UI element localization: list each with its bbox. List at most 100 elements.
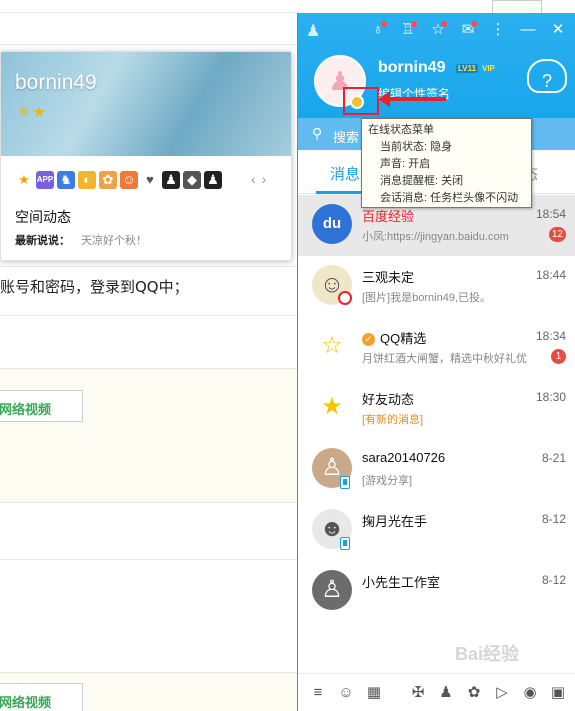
conversation-title: ✓ QQ精选 bbox=[362, 328, 426, 347]
mood-label: 最新说说： bbox=[15, 235, 70, 247]
weiyun-icon[interactable]: ◉ bbox=[520, 683, 540, 703]
badge-row: ★ APP ♞ ◐ ✿ ☺ ♥ ♟ ◆ ♟ bbox=[15, 171, 222, 189]
video-icon[interactable]: ▷ bbox=[492, 683, 512, 703]
conversation-time: 18:44 bbox=[535, 268, 566, 282]
star-icon: ★ bbox=[32, 104, 48, 121]
level-icons: ☀★ bbox=[17, 103, 48, 121]
mood-text[interactable]: 天凉好个秋！ bbox=[81, 232, 147, 248]
profile-banner: bornin49 ☀★ bbox=[1, 52, 291, 156]
network-video-button[interactable]: 网络视频 bbox=[0, 390, 83, 422]
qq-header: ♟ ♁ ♖ ☆ ✉ ⋮ — ✕ ♟ bornin49 LV11 VIP 编辑个性… bbox=[298, 13, 575, 118]
app-box-icon[interactable]: ▣ bbox=[548, 683, 568, 703]
tooltip-row: 当前状态: 隐身 bbox=[380, 141, 453, 153]
divider bbox=[0, 12, 300, 13]
shirt-icon[interactable]: ♖ bbox=[398, 19, 418, 41]
app-icon[interactable]: APP bbox=[36, 171, 54, 189]
conversation-title: 三观未定 bbox=[362, 267, 414, 286]
medal-icon[interactable]: ♁ bbox=[368, 19, 388, 41]
status-tooltip: 在线状态菜单 当前状态: 隐身 声音: 开启 消息提醒框: 关闭 会话消息: 任… bbox=[361, 118, 532, 208]
conversation-title-text: 好友动态 bbox=[362, 392, 415, 407]
watermark-logo: Bai经验 bbox=[455, 644, 520, 664]
pet-icon[interactable]: ✿ bbox=[99, 171, 117, 189]
more-icon[interactable]: ⋮ bbox=[488, 19, 508, 41]
profile-username[interactable]: bornin49 bbox=[15, 71, 97, 95]
weather-icon[interactable]: ? bbox=[527, 59, 567, 93]
conversation-preview: [有新的消息] bbox=[362, 414, 424, 426]
conversation-title-text: QQ精选 bbox=[380, 331, 427, 346]
conversation-row[interactable]: ★ 好友动态 18:30 [有新的消息] bbox=[298, 378, 575, 439]
close-icon[interactable]: ✕ bbox=[548, 19, 568, 41]
penguin-icon[interactable]: ♟ bbox=[204, 171, 222, 189]
conversation-time: 8-12 bbox=[541, 512, 566, 526]
network-video-button[interactable]: 网络视频 bbox=[0, 683, 83, 711]
mobile-online-icon bbox=[340, 537, 350, 550]
conversation-time: 18:30 bbox=[535, 390, 566, 404]
conversation-title: 掬月光在手 bbox=[362, 511, 427, 530]
level-badge[interactable]: LV11 bbox=[456, 64, 479, 73]
search-icon: ⚲ bbox=[312, 125, 323, 141]
game-center-icon[interactable]: ✠ bbox=[408, 683, 428, 703]
bottom-toolbar: ≡ ☺ ▦ ✠ ♟ ✿ ▷ ◉ ▣ bbox=[298, 673, 575, 711]
conversation-title-text: 百度经验 bbox=[362, 209, 415, 224]
penguin-icon[interactable]: ♟ bbox=[162, 171, 180, 189]
qq-username[interactable]: bornin49 bbox=[378, 59, 446, 77]
conversation-row[interactable]: ☺ 三观未定 18:44 [图片]我是bornin49,已投。 bbox=[298, 256, 575, 317]
coin-icon[interactable]: ◐ bbox=[78, 171, 96, 189]
penguin-app-icon[interactable]: ♟ bbox=[436, 683, 456, 703]
star-outline-icon[interactable]: ☆ bbox=[428, 19, 448, 41]
badge-pager[interactable]: ‹› bbox=[251, 171, 272, 187]
conversation-title-text: 掬月光在手 bbox=[362, 514, 428, 529]
chevron-left-icon[interactable]: ‹ bbox=[251, 171, 262, 187]
tooltip-row: 声音: 开启 bbox=[380, 158, 431, 170]
conversation-time: 8-21 bbox=[541, 451, 566, 465]
highlight-box bbox=[343, 87, 379, 115]
divider bbox=[0, 44, 300, 45]
conversation-time: 18:34 bbox=[535, 329, 566, 343]
person-icon[interactable]: ♙ bbox=[312, 570, 352, 610]
tooltip-title: 在线状态菜单 bbox=[368, 124, 434, 136]
conversation-title: sara20140726 bbox=[362, 450, 445, 465]
unread-badge: 1 bbox=[551, 349, 566, 364]
unread-badge: 12 bbox=[548, 227, 566, 242]
tooltip-row: 消息提醒框: 关闭 bbox=[380, 175, 464, 187]
conversation-row[interactable]: ♙ 小先生工作室 8-12 bbox=[298, 561, 575, 622]
qq-toolbar: ♁ ♖ ☆ ✉ ⋮ — ✕ bbox=[368, 19, 568, 41]
do-not-disturb-icon bbox=[338, 291, 352, 305]
paw-icon[interactable]: du bbox=[312, 204, 352, 244]
profile-card: bornin49 ☀★ ★ APP ♞ ◐ ✿ ☺ ♥ ♟ ◆ ♟ ‹› 空间动… bbox=[0, 51, 292, 261]
star-icon[interactable]: ★ bbox=[15, 171, 33, 189]
mail-icon[interactable]: ✉ bbox=[458, 19, 478, 41]
conversation-row[interactable]: ☆ ✓ QQ精选 18:34 月饼红酒大闸蟹，精选中秋好礼优 1 bbox=[298, 317, 575, 378]
tooltip-row: 会话消息: 任务栏头像不闪动 bbox=[380, 192, 519, 204]
conversation-row[interactable]: ☻ 掬月光在手 8-12 bbox=[298, 500, 575, 561]
tab-messages[interactable]: 消息 bbox=[330, 163, 360, 184]
star-outline-icon[interactable]: ☆ bbox=[312, 326, 352, 366]
vip-badge[interactable]: VIP bbox=[482, 64, 495, 73]
instruction-text: 账号和密码，登录到QQ中； bbox=[0, 278, 189, 296]
divider bbox=[0, 315, 300, 316]
flower-icon[interactable]: ✿ bbox=[464, 683, 484, 703]
face-icon[interactable]: ☺ bbox=[120, 171, 138, 189]
sun-icon: ☀ bbox=[17, 104, 33, 121]
add-contact-icon[interactable]: ☺ bbox=[336, 683, 356, 703]
star-z-icon[interactable]: ★ bbox=[312, 387, 352, 427]
network-video-label: 网络视频 bbox=[0, 695, 52, 710]
app-manager-icon[interactable]: ▦ bbox=[364, 683, 384, 703]
conversation-time: 8-12 bbox=[541, 573, 566, 587]
conversation-preview: [游戏分享] bbox=[362, 475, 413, 487]
chevron-right-icon[interactable]: › bbox=[262, 171, 273, 187]
game-icon[interactable]: ♞ bbox=[57, 171, 75, 189]
conversation-preview: 月饼红酒大闸蟹，精选中秋好礼优 bbox=[362, 353, 527, 365]
heart-icon[interactable]: ♥ bbox=[141, 171, 159, 189]
qq-penguin-logo-icon: ♟ bbox=[306, 23, 321, 40]
menu-icon[interactable]: ≡ bbox=[308, 683, 328, 703]
diamond-icon[interactable]: ◆ bbox=[183, 171, 201, 189]
video-section bbox=[0, 368, 300, 503]
conversation-row[interactable]: ♙ sara20140726 8-21 [游戏分享] bbox=[298, 439, 575, 500]
minimize-icon[interactable]: — bbox=[518, 19, 538, 41]
divider bbox=[0, 266, 300, 267]
qzone-section-title[interactable]: 空间动态 bbox=[15, 207, 71, 227]
conversation-title-text: 三观未定 bbox=[362, 270, 415, 285]
conversation-title: 小先生工作室 bbox=[362, 572, 440, 591]
network-video-label: 网络视频 bbox=[0, 402, 52, 417]
